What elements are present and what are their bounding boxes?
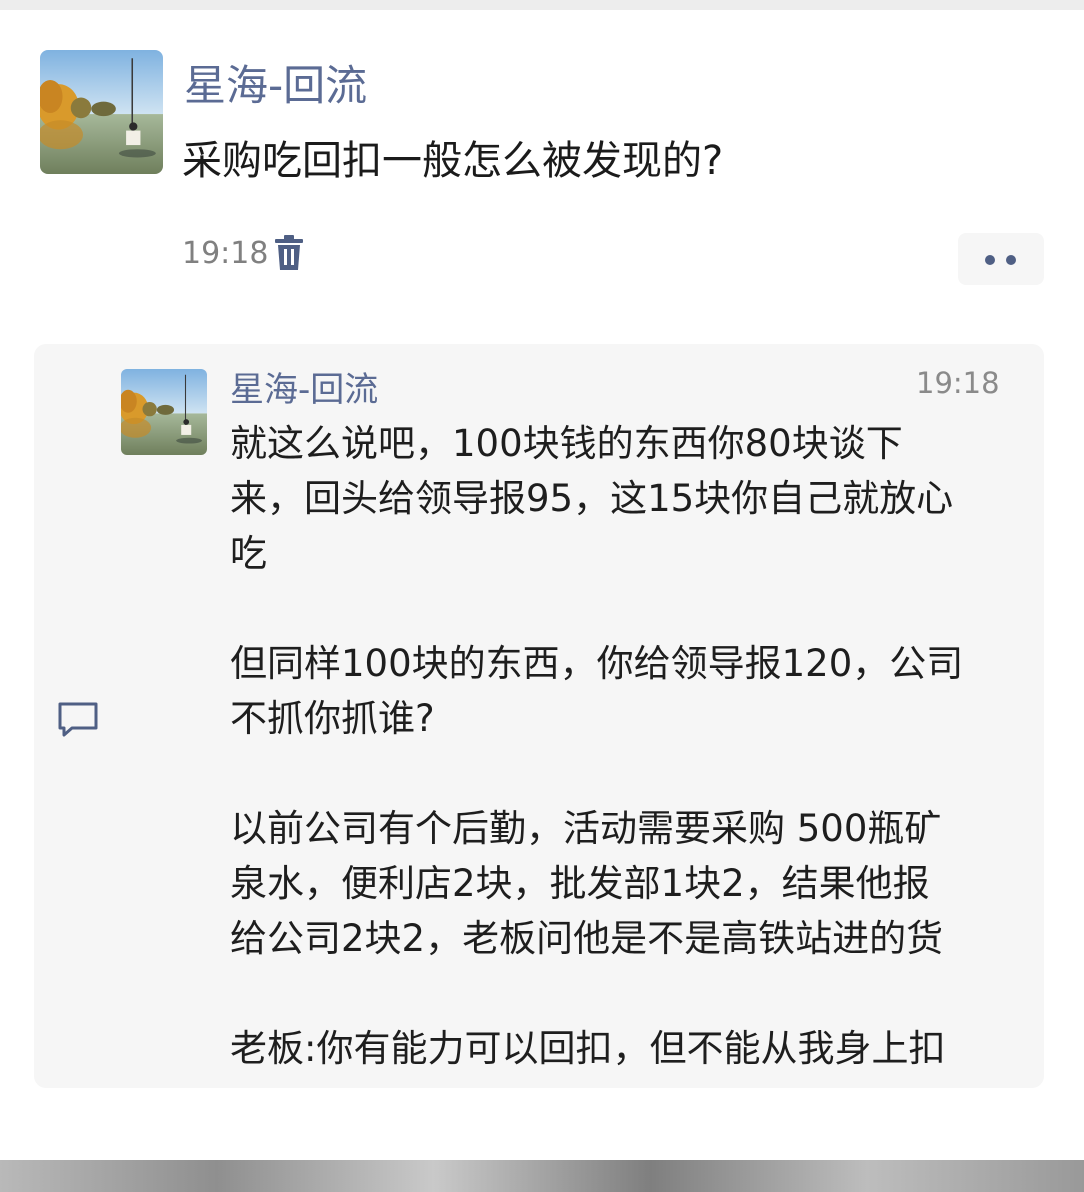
bottom-image-strip <box>0 1160 1084 1192</box>
comment-line: 给公司2块2，老板问他是不是高铁站进的货 <box>230 917 944 960</box>
trash-icon[interactable] <box>272 234 306 272</box>
comment-line: 以前公司有个后勤，活动需要采购 500瓶矿 <box>230 807 942 850</box>
comment-line: 不抓你抓谁? <box>230 697 435 740</box>
post-timestamp: 19:18 <box>182 236 269 271</box>
landscape-lake-avatar-icon <box>40 50 163 174</box>
comment-line: 吃 <box>230 532 267 575</box>
comment-line: 老板:你有能力可以回扣，但不能从我身上扣 <box>230 1027 946 1070</box>
post-author-name[interactable]: 星海-回流 <box>184 52 367 113</box>
comment-paragraph: 老板:你有能力可以回扣，但不能从我身上扣 <box>230 1021 1030 1076</box>
post-text: 采购吃回扣一般怎么被发现的? <box>182 138 724 184</box>
comment-paragraph: 以前公司有个后勤，活动需要采购 500瓶矿 泉水，便利店2块，批发部1块2，结果… <box>230 801 1030 966</box>
comment-text: 就这么说吧，100块钱的东西你80块谈下 来，回头给领导报95，这15块你自己就… <box>230 416 1030 1076</box>
post-author-avatar[interactable] <box>40 50 163 174</box>
comment-line: 来，回头给领导报95，这15块你自己就放心 <box>230 477 954 520</box>
landscape-lake-avatar-icon <box>121 369 207 455</box>
more-dots-icon <box>985 255 995 265</box>
comment-line: 泉水，便利店2块，批发部1块2，结果他报 <box>230 862 930 905</box>
comment-paragraph: 就这么说吧，100块钱的东西你80块谈下 来，回头给领导报95，这15块你自己就… <box>230 416 1030 581</box>
comment-paragraph: 但同样100块的东西，你给领导报120，公司 不抓你抓谁? <box>230 636 1030 746</box>
comment-author-name[interactable]: 星海-回流 <box>230 362 378 411</box>
comment-timestamp: 19:18 <box>916 366 1000 400</box>
comment-author-avatar[interactable] <box>121 369 207 455</box>
more-dots-icon <box>1006 255 1016 265</box>
comment-bubble-icon[interactable] <box>56 700 100 740</box>
comment-line: 就这么说吧，100块钱的东西你80块谈下 <box>230 422 903 465</box>
comment-line: 但同样100块的东西，你给领导报120，公司 <box>230 642 964 685</box>
more-button[interactable] <box>958 233 1044 285</box>
top-divider <box>0 0 1084 10</box>
